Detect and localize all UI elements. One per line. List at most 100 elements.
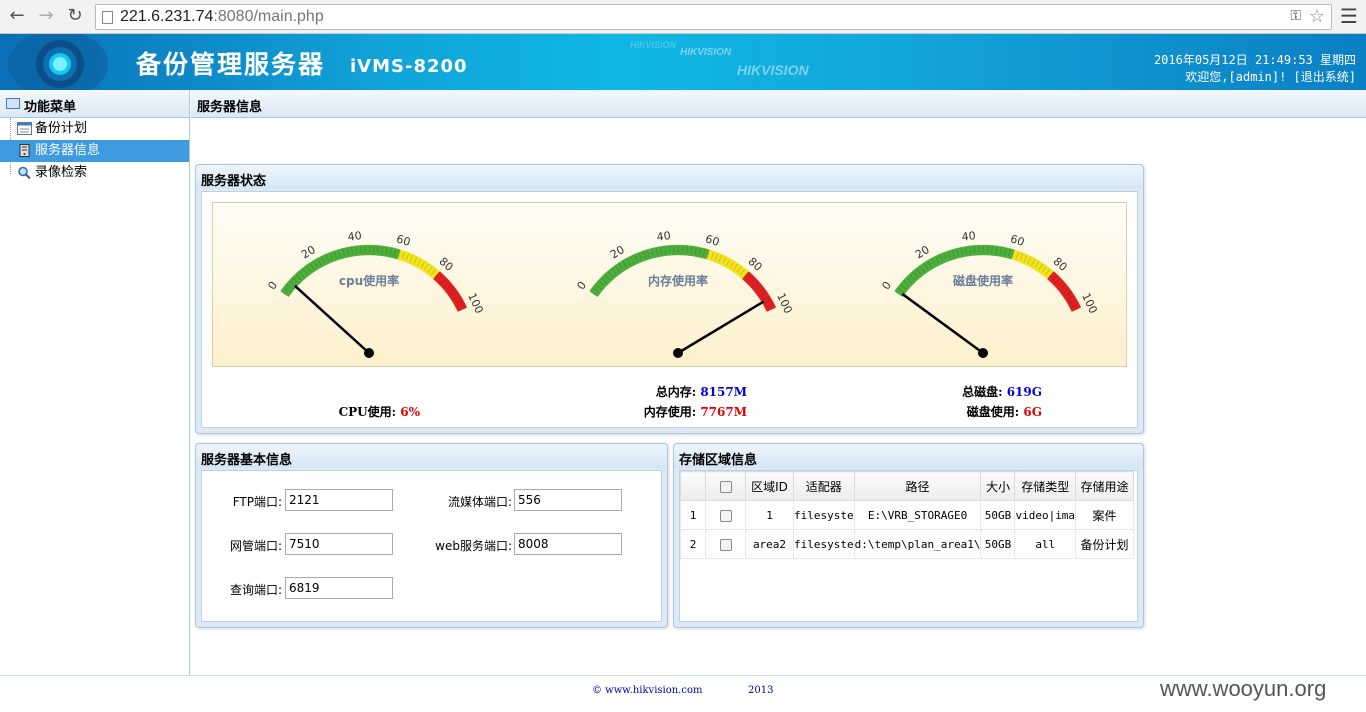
gauge-needle	[294, 284, 370, 354]
bookmark-star-icon[interactable]: ☆	[1309, 6, 1325, 27]
stream-port-label: 流媒体端口:	[447, 495, 512, 509]
column-header[interactable]: 区域ID	[745, 471, 794, 501]
gauge-segment	[978, 244, 984, 256]
ftp-port-label: FTP端口:	[232, 495, 282, 509]
table-row[interactable]: 2 area2 filesyste d:\temp\plan_area1\ 50…	[680, 529, 1135, 559]
server-icon	[19, 144, 30, 157]
sidebar-item-backup-plan[interactable]: 备份计划	[0, 118, 189, 140]
table-row[interactable]: 1 1 filesyste E:\VRB_STORAGE0 50GB video…	[680, 500, 1135, 530]
brand-watermark: HIKVISION	[737, 62, 809, 78]
gauge-tick-label: 20	[913, 243, 932, 261]
key-icon[interactable]: ⚿	[1290, 8, 1301, 24]
server-basic-info-body: FTP端口: 流媒体端口: 网管端口: web服务端口: 查询端口:	[201, 470, 662, 622]
column-header-select-all[interactable]	[705, 471, 746, 501]
cell-path: E:\VRB_STORAGE0	[853, 500, 982, 530]
disk-used-label: 磁盘使用:	[966, 405, 1020, 419]
net-port-input[interactable]	[285, 533, 393, 555]
browser-menu-icon[interactable]: ☰	[1340, 5, 1358, 27]
gauge-tick-label: 60	[395, 232, 412, 249]
cell-storage-use: 备份计划	[1075, 529, 1135, 559]
row-number: 1	[680, 500, 706, 530]
server-basic-info-panel: 服务器基本信息 FTP端口: 流媒体端口: 网管端口: web服务端口: 查询端…	[195, 443, 668, 628]
mem-total-label: 总内存:	[655, 385, 697, 399]
panel-title: 服务器基本信息	[196, 444, 667, 468]
select-all-checkbox[interactable]	[719, 480, 732, 493]
gauge-tick-label: 40	[347, 229, 362, 244]
footer-year: 2013	[748, 685, 774, 696]
gauge-tick-label: 40	[961, 229, 976, 244]
cell-path: d:\temp\plan_area1\	[853, 529, 982, 559]
address-bar[interactable]: 221.6.231.74:8080/main.php ⚿ ☆	[95, 4, 1332, 30]
gauge-segment	[364, 244, 370, 256]
gauge-tick-label: 100	[465, 291, 486, 316]
cell-adapter: filesyste	[793, 529, 855, 559]
gauge-title: 磁盘使用率	[952, 273, 1013, 288]
web-port-input[interactable]	[514, 533, 622, 555]
gauge-needle	[677, 300, 765, 355]
gauge-segment	[983, 244, 989, 256]
sidebar-item-server-info[interactable]: 服务器信息	[0, 140, 189, 162]
disk-used-value: 6G	[1023, 405, 1042, 419]
column-header[interactable]: 存储用途	[1075, 471, 1135, 501]
gauge-segment	[974, 244, 980, 256]
back-icon[interactable]: ←	[5, 5, 29, 27]
gauges-svg: 02040 6080100cpu使用率 02040 6080100内存使用率 02040…	[265, 229, 1100, 358]
reload-icon[interactable]: ↻	[63, 5, 87, 27]
sidebar: 功能菜单 备份计划 服务器信息 录像检索	[0, 90, 190, 675]
gauge-segment	[369, 244, 375, 256]
ftp-port-input[interactable]	[285, 489, 393, 511]
column-header[interactable]: 大小	[980, 471, 1016, 501]
gauge-needle	[901, 292, 984, 355]
stream-port-input[interactable]	[514, 489, 622, 511]
gauge-tick-label: 60	[1009, 232, 1026, 249]
sidebar-header: 功能菜单	[0, 90, 189, 118]
gauge-tick-label: 60	[704, 232, 721, 249]
cell-storage-type: all	[1014, 529, 1077, 559]
column-header[interactable]: 适配器	[793, 471, 855, 501]
footer-copyright[interactable]: © www.hikvision.com	[592, 685, 702, 696]
watermark-text: www.wooyun.org	[1160, 676, 1327, 701]
header-datetime: 2016年05月12日 21:49:53 星期四	[1153, 53, 1356, 67]
cpu-usage-value: 6%	[400, 405, 420, 419]
memory-stats: 总内存: 8157M 内存使用: 7767M	[627, 382, 747, 422]
server-status-body: 0 20 40 60 80 100 cpu使用率 0 20 40 60 80 100 内存使用率 0 20 40…	[201, 191, 1138, 428]
column-header[interactable]: 路径	[853, 471, 982, 501]
panel-title: 存储区域信息	[674, 444, 1143, 468]
row-checkbox[interactable]	[719, 538, 732, 551]
row-number: 2	[680, 529, 706, 559]
server-status-panel: 服务器状态 0 20 40 60 80 100 cpu使用率 0 20 40 60 80 100 内存使用…	[195, 164, 1144, 434]
mem-total-value: 8157M	[700, 385, 747, 399]
cell-size: 50GB	[980, 500, 1016, 530]
storage-area-body: 区域ID 适配器 路径 大小 存储类型 存储用途 1 1 filesyste E…	[679, 470, 1138, 622]
column-header	[680, 471, 706, 501]
page-title: 服务器信息	[191, 90, 1366, 118]
forward-icon[interactable]: →	[34, 5, 58, 27]
url-text[interactable]: 221.6.231.74:8080/main.php	[120, 8, 324, 26]
cell-area-id: area2	[745, 529, 794, 559]
cell-area-id: 1	[745, 500, 794, 530]
query-port-input[interactable]	[285, 577, 393, 599]
net-port-label: 网管端口:	[229, 539, 282, 553]
gauge-area: 0 20 40 60 80 100 cpu使用率 0 20 40 60 80 100 内存使用率 0 20 40…	[212, 202, 1127, 367]
row-checkbox[interactable]	[719, 509, 732, 522]
storage-table: 区域ID 适配器 路径 大小 存储类型 存储用途 1 1 filesyste E…	[680, 471, 1135, 559]
gauge-segment	[678, 244, 684, 256]
mem-used-label: 内存使用:	[643, 405, 697, 419]
gauge-segment	[673, 244, 679, 256]
column-header[interactable]: 存储类型	[1014, 471, 1077, 501]
cpu-stats: CPU使用: 6%	[332, 402, 420, 422]
header-welcome[interactable]: 欢迎您,[admin]! [退出系统]	[1154, 69, 1356, 86]
gauge-tick-label: 0	[879, 279, 894, 292]
cell-adapter: filesyste	[793, 500, 855, 530]
row-select[interactable]	[705, 529, 746, 559]
gauge-tick-label: 20	[608, 243, 627, 261]
gauge-tick-label: 0	[574, 279, 589, 292]
row-select[interactable]	[705, 500, 746, 530]
header-info: 2016年05月12日 21:49:53 星期四 欢迎您,[admin]! [退…	[1154, 52, 1356, 86]
gauge-tick-label: 20	[299, 243, 318, 261]
sidebar-item-video-search[interactable]: 录像检索	[0, 162, 189, 184]
gauge-hub	[364, 348, 374, 358]
app-model: iVMS-8200	[350, 56, 468, 77]
gauge-hub	[978, 348, 988, 358]
panel-title: 服务器状态	[196, 165, 1143, 189]
